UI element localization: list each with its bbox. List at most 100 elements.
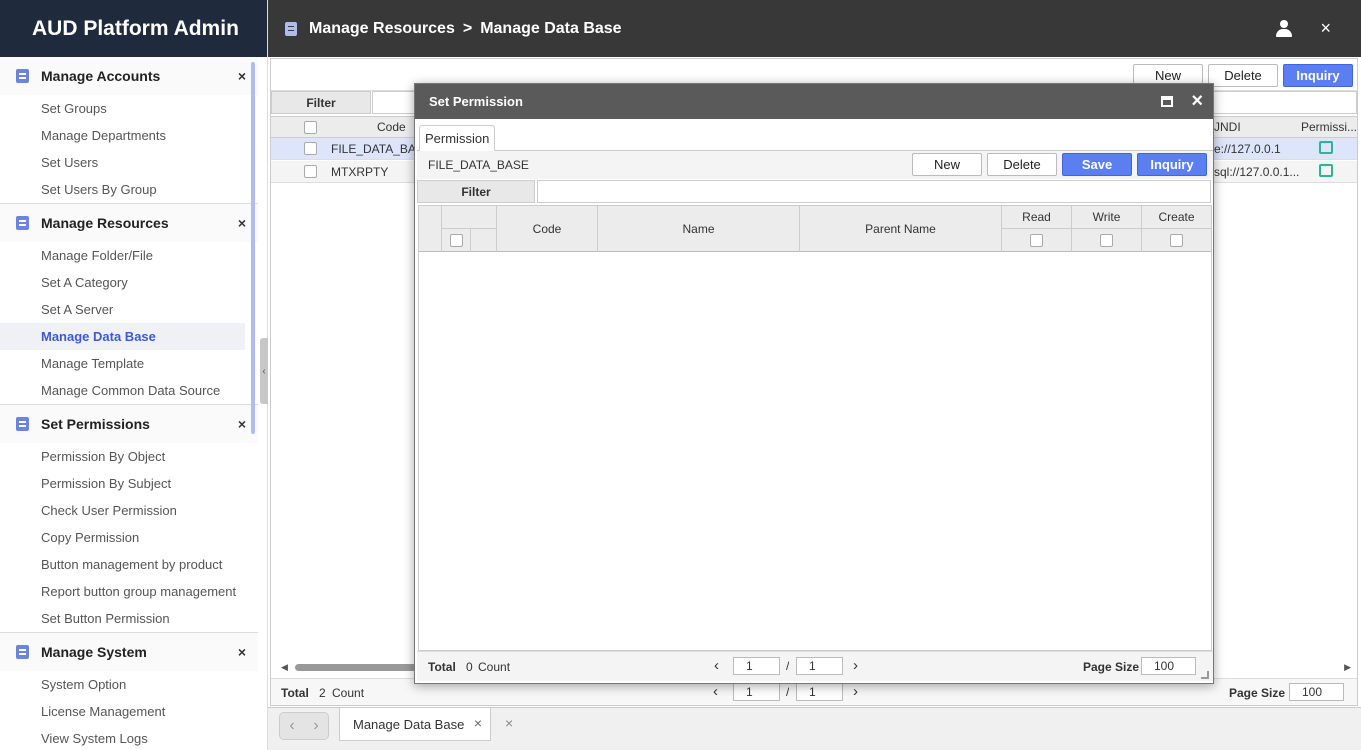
nav-group-set-permissions: Set Permissions × Permission By Object P… xyxy=(0,405,258,633)
resize-grip-icon[interactable] xyxy=(1201,671,1209,679)
dialog-titlebar[interactable]: Set Permission × xyxy=(415,84,1213,119)
tab-next-icon[interactable]: › xyxy=(313,717,318,735)
close-tab-icon[interactable]: × xyxy=(474,715,482,731)
dialog-toolbar: FILE_DATA_BASE New Delete Save Inquiry xyxy=(417,151,1213,179)
row-checkbox[interactable] xyxy=(304,165,317,178)
row-checkbox[interactable] xyxy=(304,142,317,155)
inquiry-button[interactable]: Inquiry xyxy=(1283,64,1353,87)
close-icon[interactable]: × xyxy=(1320,18,1331,39)
save-button[interactable]: Save xyxy=(1062,153,1132,176)
write-all-checkbox[interactable] xyxy=(1100,234,1113,247)
column-header-jndi[interactable]: JNDI xyxy=(1214,120,1241,134)
sidebar-item-set-a-server[interactable]: Set A Server xyxy=(0,296,245,323)
tab-label: Manage Data Base xyxy=(353,716,465,732)
column-header-read[interactable]: Read xyxy=(1002,206,1072,229)
column-header-code[interactable]: Code xyxy=(377,120,406,134)
sidebar-item-permission-by-subject[interactable]: Permission By Subject xyxy=(0,470,245,497)
tab-manage-data-base[interactable]: Manage Data Base × xyxy=(339,708,491,741)
count-label: Count xyxy=(478,660,511,674)
page-input[interactable]: 1 xyxy=(733,657,780,675)
close-icon[interactable]: × xyxy=(238,68,246,84)
sidebar-item-set-a-category[interactable]: Set A Category xyxy=(0,269,245,296)
sidebar-item-license-management[interactable]: License Management xyxy=(0,698,245,725)
next-page-icon[interactable]: › xyxy=(853,683,858,700)
sidebar-collapse-handle[interactable]: ‹ xyxy=(260,338,268,404)
total-count: 0 xyxy=(466,660,473,674)
delete-button[interactable]: Delete xyxy=(1208,64,1278,87)
close-all-tabs-icon[interactable]: × xyxy=(505,715,513,731)
close-icon[interactable]: × xyxy=(238,416,246,432)
edit-icon[interactable] xyxy=(1319,141,1333,154)
column-header-write[interactable]: Write xyxy=(1072,206,1142,229)
document-icon xyxy=(16,417,29,431)
sidebar-item-system-option[interactable]: System Option xyxy=(0,671,245,698)
column-header-permission[interactable]: Permissi... xyxy=(1301,120,1357,134)
sidebar-item-manage-common-data-source[interactable]: Manage Common Data Source xyxy=(0,377,245,404)
close-icon[interactable]: × xyxy=(1191,90,1203,113)
prev-page-icon[interactable]: ‹ xyxy=(713,683,718,700)
page-size-label: Page Size xyxy=(1229,686,1286,700)
delete-button[interactable]: Delete xyxy=(987,153,1057,176)
sidebar-item-view-system-logs[interactable]: View System Logs xyxy=(0,725,245,750)
sidebar-item-manage-data-base[interactable]: Manage Data Base xyxy=(0,323,245,350)
document-icon xyxy=(16,216,29,230)
page-separator: / xyxy=(786,659,790,673)
group-header-manage-accounts[interactable]: Manage Accounts × xyxy=(0,57,258,95)
sidebar-item-button-management-by-product[interactable]: Button management by product xyxy=(0,551,245,578)
sidebar-item-copy-permission[interactable]: Copy Permission xyxy=(0,524,245,551)
tab-prev-icon[interactable]: ‹ xyxy=(289,717,294,735)
document-icon xyxy=(285,21,297,36)
column-header-create[interactable]: Create xyxy=(1142,206,1211,229)
column-header-name[interactable]: Name xyxy=(598,206,800,252)
sidebar-item-set-button-permission[interactable]: Set Button Permission xyxy=(0,605,245,632)
column-header-code[interactable]: Code xyxy=(497,206,598,252)
breadcrumb-section: Manage Resources xyxy=(309,19,455,37)
sidebar: AUD Platform Admin Manage Accounts × Set… xyxy=(0,0,268,750)
group-header-manage-resources[interactable]: Manage Resources × xyxy=(0,204,258,242)
close-icon[interactable]: × xyxy=(238,644,246,660)
scroll-right-icon[interactable]: ▶ xyxy=(1344,662,1351,673)
close-icon[interactable]: × xyxy=(238,215,246,231)
sidebar-item-manage-folder-file[interactable]: Manage Folder/File xyxy=(0,242,245,269)
group-header-manage-system[interactable]: Manage System × xyxy=(0,633,258,671)
sidebar-item-permission-by-object[interactable]: Permission By Object xyxy=(0,443,245,470)
tab-permission[interactable]: Permission xyxy=(419,125,496,152)
maximize-icon[interactable] xyxy=(1161,96,1173,107)
sidebar-item-set-users[interactable]: Set Users xyxy=(0,149,245,176)
select-all-checkbox[interactable] xyxy=(449,234,463,247)
breadcrumb-separator: > xyxy=(462,19,473,37)
total-label: Total xyxy=(428,660,456,674)
blank-header xyxy=(471,229,497,252)
page-size-input[interactable]: 100 xyxy=(1141,657,1196,675)
edit-icon[interactable] xyxy=(1319,164,1333,177)
column-header-parent-name[interactable]: Parent Name xyxy=(800,206,1002,252)
sidebar-item-manage-template[interactable]: Manage Template xyxy=(0,350,245,377)
inquiry-button[interactable]: Inquiry xyxy=(1137,153,1207,176)
row-jndi: e://127.0.0.1 xyxy=(1214,142,1281,156)
select-all-checkbox[interactable] xyxy=(304,121,317,134)
bottom-tab-bar: ‹ › Manage Data Base × × xyxy=(268,707,1361,750)
filter-label: Filter xyxy=(271,91,371,114)
page-size-input[interactable]: 100 xyxy=(1289,683,1344,701)
page-input[interactable]: 1 xyxy=(733,683,780,701)
filter-input[interactable] xyxy=(537,180,1211,203)
group-header-set-permissions[interactable]: Set Permissions × xyxy=(0,405,258,443)
read-all-checkbox[interactable] xyxy=(1030,234,1043,247)
app-title: AUD Platform Admin xyxy=(0,0,267,57)
sidebar-item-check-user-permission[interactable]: Check User Permission xyxy=(0,497,245,524)
user-icon[interactable] xyxy=(1275,20,1293,38)
sidebar-item-set-groups[interactable]: Set Groups xyxy=(0,95,245,122)
scroll-left-icon[interactable]: ◀ xyxy=(281,662,288,673)
next-page-icon[interactable]: › xyxy=(853,657,858,674)
scrollbar-thumb[interactable] xyxy=(295,664,425,671)
dialog-tabbar: Permission xyxy=(417,121,1213,152)
sidebar-item-set-users-by-group[interactable]: Set Users By Group xyxy=(0,176,245,203)
prev-page-icon[interactable]: ‹ xyxy=(714,657,719,674)
sidebar-item-manage-departments[interactable]: Manage Departments xyxy=(0,122,245,149)
new-button[interactable]: New xyxy=(912,153,982,176)
create-all-checkbox[interactable] xyxy=(1170,234,1183,247)
sidebar-item-report-button-group-management[interactable]: Report button group management xyxy=(0,578,245,605)
page-separator: / xyxy=(786,685,790,699)
set-permission-dialog: Set Permission × Permission FILE_DATA_BA… xyxy=(414,83,1214,684)
sidebar-scrollbar[interactable] xyxy=(251,62,255,434)
